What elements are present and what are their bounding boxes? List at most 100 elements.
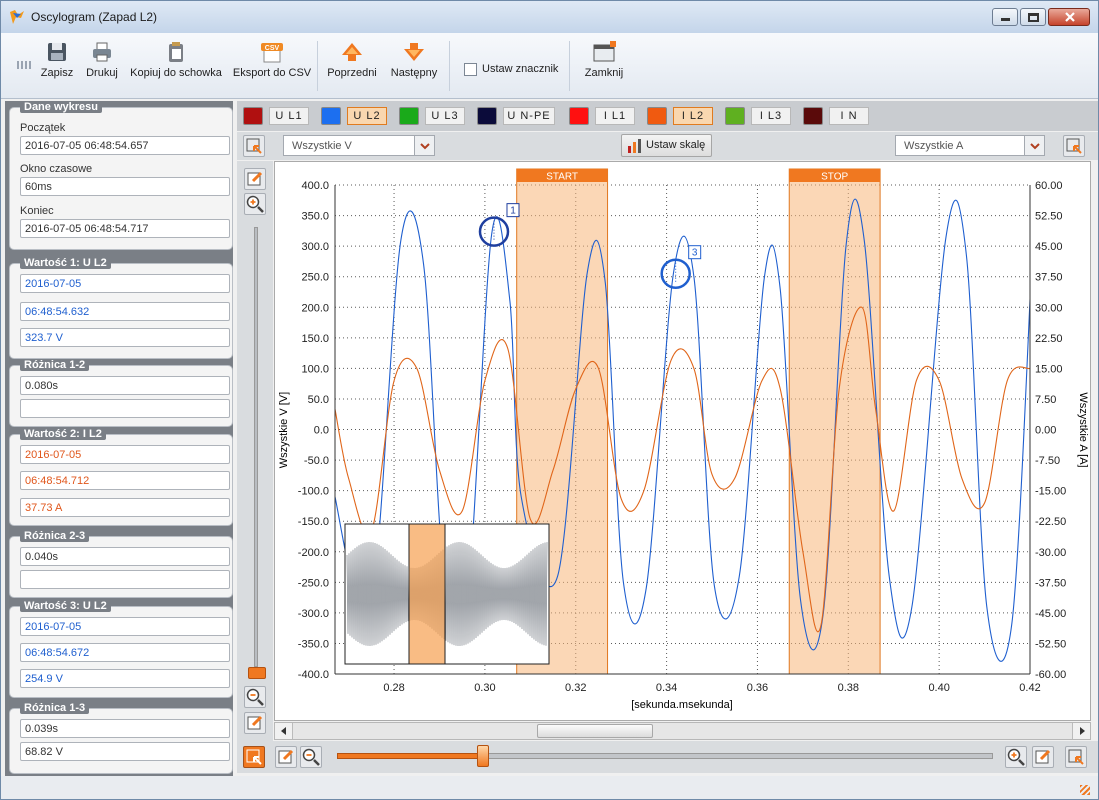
y-tick-label-left: -400.0 [298,669,329,681]
y-tick-label-left: -350.0 [298,638,329,650]
close-icon [1065,12,1075,22]
diff23-time-field[interactable]: 0.040s [20,547,230,566]
channel-toggle[interactable]: U L3 [399,107,469,125]
end-field[interactable]: 2016-07-05 06:48:54.717 [20,219,230,238]
left-options-button[interactable] [243,135,265,157]
fit-horizontal-button[interactable] [1032,746,1054,768]
zoom-in-horizontal-button[interactable] [1005,746,1027,768]
channel-toggle[interactable]: U N-PE [477,107,561,125]
maximize-icon [1028,13,1039,22]
diff13-time-field[interactable]: 0.039s [20,719,230,738]
previous-button[interactable]: Poprzedni [323,41,381,79]
right-options-button[interactable] [1063,135,1085,157]
value1-time-field[interactable]: 06:48:54.632 [20,302,230,321]
x-tick-label: 0.34 [656,682,677,694]
channel-toggle[interactable]: U L1 [243,107,313,125]
resize-grip-icon[interactable] [1080,785,1090,795]
channel-toggle[interactable]: U L2 [321,107,391,125]
overview[interactable] [344,523,550,665]
diff12-time-field[interactable]: 0.080s [20,376,230,395]
arrow-left-icon [281,727,286,735]
next-button[interactable]: Następny [385,41,443,79]
zoom-in-icon [1007,748,1025,766]
copy-to-clipboard-button[interactable]: Kopiuj do schowka [129,41,223,79]
close-label: Zamknij [584,67,624,79]
channel-toggle[interactable]: I L2 [647,107,717,125]
y-tick-label-left: 400.0 [301,180,329,192]
overview-window[interactable] [408,523,446,665]
vertical-zoom-thumb[interactable] [248,667,266,679]
value2-time-field[interactable]: 06:48:54.712 [20,471,230,490]
print-button[interactable]: Drukuj [83,41,121,79]
window-field[interactable]: 60ms [20,177,230,196]
diff13-value-field[interactable]: 68.82 V [20,742,230,761]
y-axis-label-right: Wszystkie A [A] [1077,392,1089,467]
diff23-value-field[interactable] [20,570,230,589]
diff12-group: Różnica 1-2 0.080s [9,359,233,427]
edit-icon [247,171,263,186]
channel-color-swatch [399,107,419,125]
scroll-thumb[interactable] [537,724,653,738]
value3-group: Wartość 3: U L2 2016-07-05 06:48:54.672 … [9,600,233,698]
set-scale-button[interactable]: Ustaw skalę [621,134,713,157]
value1-value-field[interactable]: 323.7 V [20,328,230,347]
value3-date-field[interactable]: 2016-07-05 [20,617,230,636]
value3-value-field[interactable]: 254.9 V [20,669,230,688]
oscillogram-chart[interactable]: STARTSTOP 123 0.280.300.320.340.360.380.… [275,162,1092,722]
zoom-out-horizontal-button[interactable] [300,746,322,768]
current-select[interactable]: Wszystkie A [895,135,1045,156]
value3-time-field[interactable]: 06:48:54.672 [20,643,230,662]
edit-vertical-button[interactable] [244,712,266,734]
fit-vertical-button[interactable] [244,168,266,190]
close-button[interactable]: Zamknij [581,41,627,79]
value2-value-field[interactable]: 37.73 A [20,498,230,517]
value1-date-field[interactable]: 2016-07-05 [20,274,230,293]
printer-icon [93,42,111,62]
minimize-icon [1001,18,1010,21]
horizontal-scrollbar[interactable] [274,722,1091,740]
voltage-select[interactable]: Wszystkie V [283,135,435,156]
set-scale-label: Ustaw skalę [646,139,706,151]
group-title: Różnica 2-3 [20,530,90,542]
save-button[interactable]: Zapisz [39,41,75,79]
y-tick-label-right: 37.50 [1035,272,1063,284]
start-field[interactable]: 2016-07-05 06:48:54.657 [20,136,230,155]
export-csv-button[interactable]: CSV Eksport do CSV [231,41,313,79]
x-axis-label: [sekunda.msekunda] [631,699,733,711]
cursor-box-icon [246,749,262,765]
channel-label: I L3 [751,107,791,125]
cursor-box-icon [1068,749,1084,765]
edit-icon [1035,749,1051,764]
scroll-left-button[interactable] [275,723,293,739]
select-tool-button[interactable] [243,746,265,768]
print-label: Drukuj [86,67,118,79]
diff12-value-field[interactable] [20,399,230,418]
plot-area[interactable]: STARTSTOP 123 0.280.300.320.340.360.380.… [274,161,1091,721]
channel-color-swatch [321,107,341,125]
chevron-down-icon [1024,136,1044,155]
y-tick-label-left: 150.0 [301,333,329,345]
bottom-options-button[interactable] [1065,746,1087,768]
zoom-out-icon [246,688,264,706]
set-marker-label: Ustaw znacznik [482,63,559,75]
channel-toggle[interactable]: I L1 [569,107,639,125]
x-tick-label: 0.32 [565,682,586,694]
edit-horizontal-button[interactable] [275,746,297,768]
minimize-button[interactable] [992,8,1018,26]
horizontal-zoom-thumb[interactable] [477,745,489,767]
vertical-zoom-track[interactable] [254,227,258,667]
diff13-group: Różnica 1-3 0.039s 68.82 V [9,702,233,774]
y-tick-label-left: -250.0 [298,577,329,589]
maximize-button[interactable] [1020,8,1046,26]
set-marker-checkbox[interactable] [464,63,477,76]
channel-toggle[interactable]: I L3 [725,107,795,125]
value2-date-field[interactable]: 2016-07-05 [20,445,230,464]
horizontal-zoom-fill [337,753,484,759]
zoom-out-vertical-button[interactable] [244,686,266,708]
channel-toggle[interactable]: I N [803,107,873,125]
scroll-right-button[interactable] [1072,723,1090,739]
toolbar-separator [569,41,570,91]
y-tick-label-left: 350.0 [301,211,329,223]
zoom-in-vertical-button[interactable] [244,193,266,215]
close-window-button[interactable] [1048,8,1090,26]
